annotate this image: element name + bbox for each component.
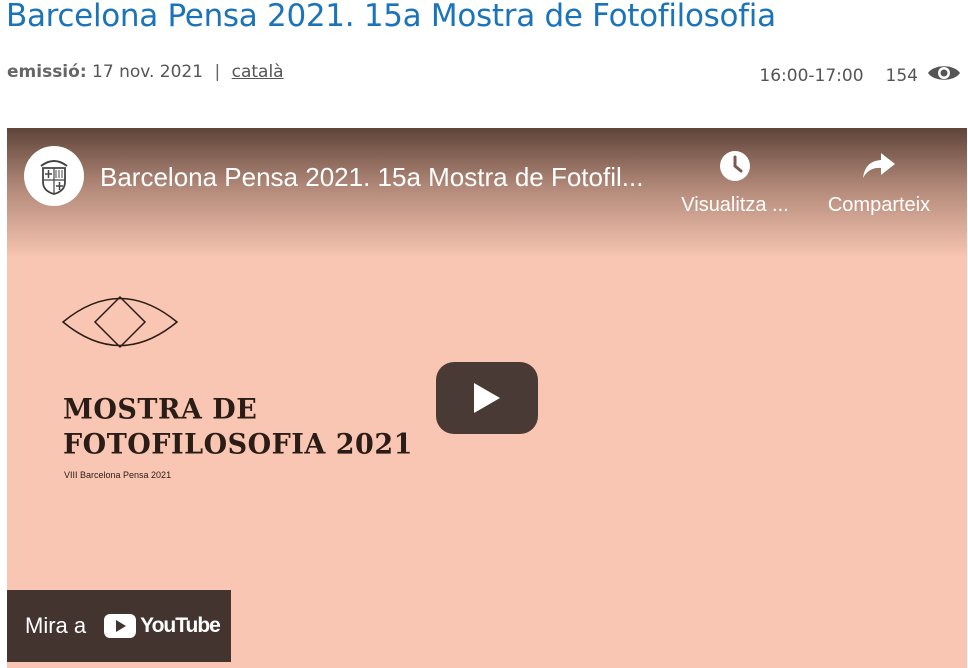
channel-logo[interactable] — [24, 146, 84, 206]
poster-title-line-2: FOTOFILOSOFIA 2021 — [63, 428, 413, 461]
share-label: Comparteix — [827, 194, 931, 216]
youtube-wordmark: YouTube — [140, 614, 221, 637]
watch-later-button[interactable]: Visualitza ... — [671, 146, 799, 217]
language-link[interactable]: català — [232, 62, 284, 82]
eye-diamond-artwork — [61, 295, 179, 349]
poster-subtitle: VIII Barcelona Pensa 2021 — [64, 470, 172, 480]
poster-title-line-1: MOSTRA DE — [63, 393, 258, 426]
youtube-logo-icon — [104, 614, 137, 638]
play-button[interactable] — [436, 362, 538, 434]
share-arrow-icon — [863, 153, 895, 178]
poster-title: MOSTRA DE FOTOFILOSOFIA 2021 — [63, 392, 413, 461]
eye-icon — [926, 62, 962, 89]
meta-separator: | — [214, 62, 221, 82]
broadcast-stats: 16:00-17:00 154 — [759, 62, 962, 89]
page-title[interactable]: Barcelona Pensa 2021. 15a Mostra de Foto… — [6, 0, 776, 34]
play-icon — [474, 383, 500, 413]
emission-date: 17 nov. 2021 — [92, 62, 204, 82]
broadcast-info: emissió: 17 nov. 2021 | català — [7, 62, 284, 82]
share-button[interactable]: Comparteix — [819, 146, 939, 217]
view-count: 154 — [885, 65, 918, 86]
watch-on-youtube-button[interactable]: Mira a YouTube — [7, 590, 231, 662]
video-player[interactable]: Barcelona Pensa 2021. 15a Mostra de Foto… — [7, 128, 967, 668]
barcelona-shield-icon — [40, 160, 68, 195]
time-range: 16:00-17:00 — [759, 65, 864, 86]
video-title[interactable]: Barcelona Pensa 2021. 15a Mostra de Foto… — [100, 162, 643, 193]
emission-label: emissió: — [7, 62, 87, 82]
watch-on-label: Mira a — [25, 613, 87, 638]
broadcast-meta: emissió: 17 nov. 2021 | català 16:00-17:… — [7, 62, 962, 86]
watch-later-label: Visualitza ... — [681, 194, 789, 216]
clock-icon — [720, 151, 750, 181]
